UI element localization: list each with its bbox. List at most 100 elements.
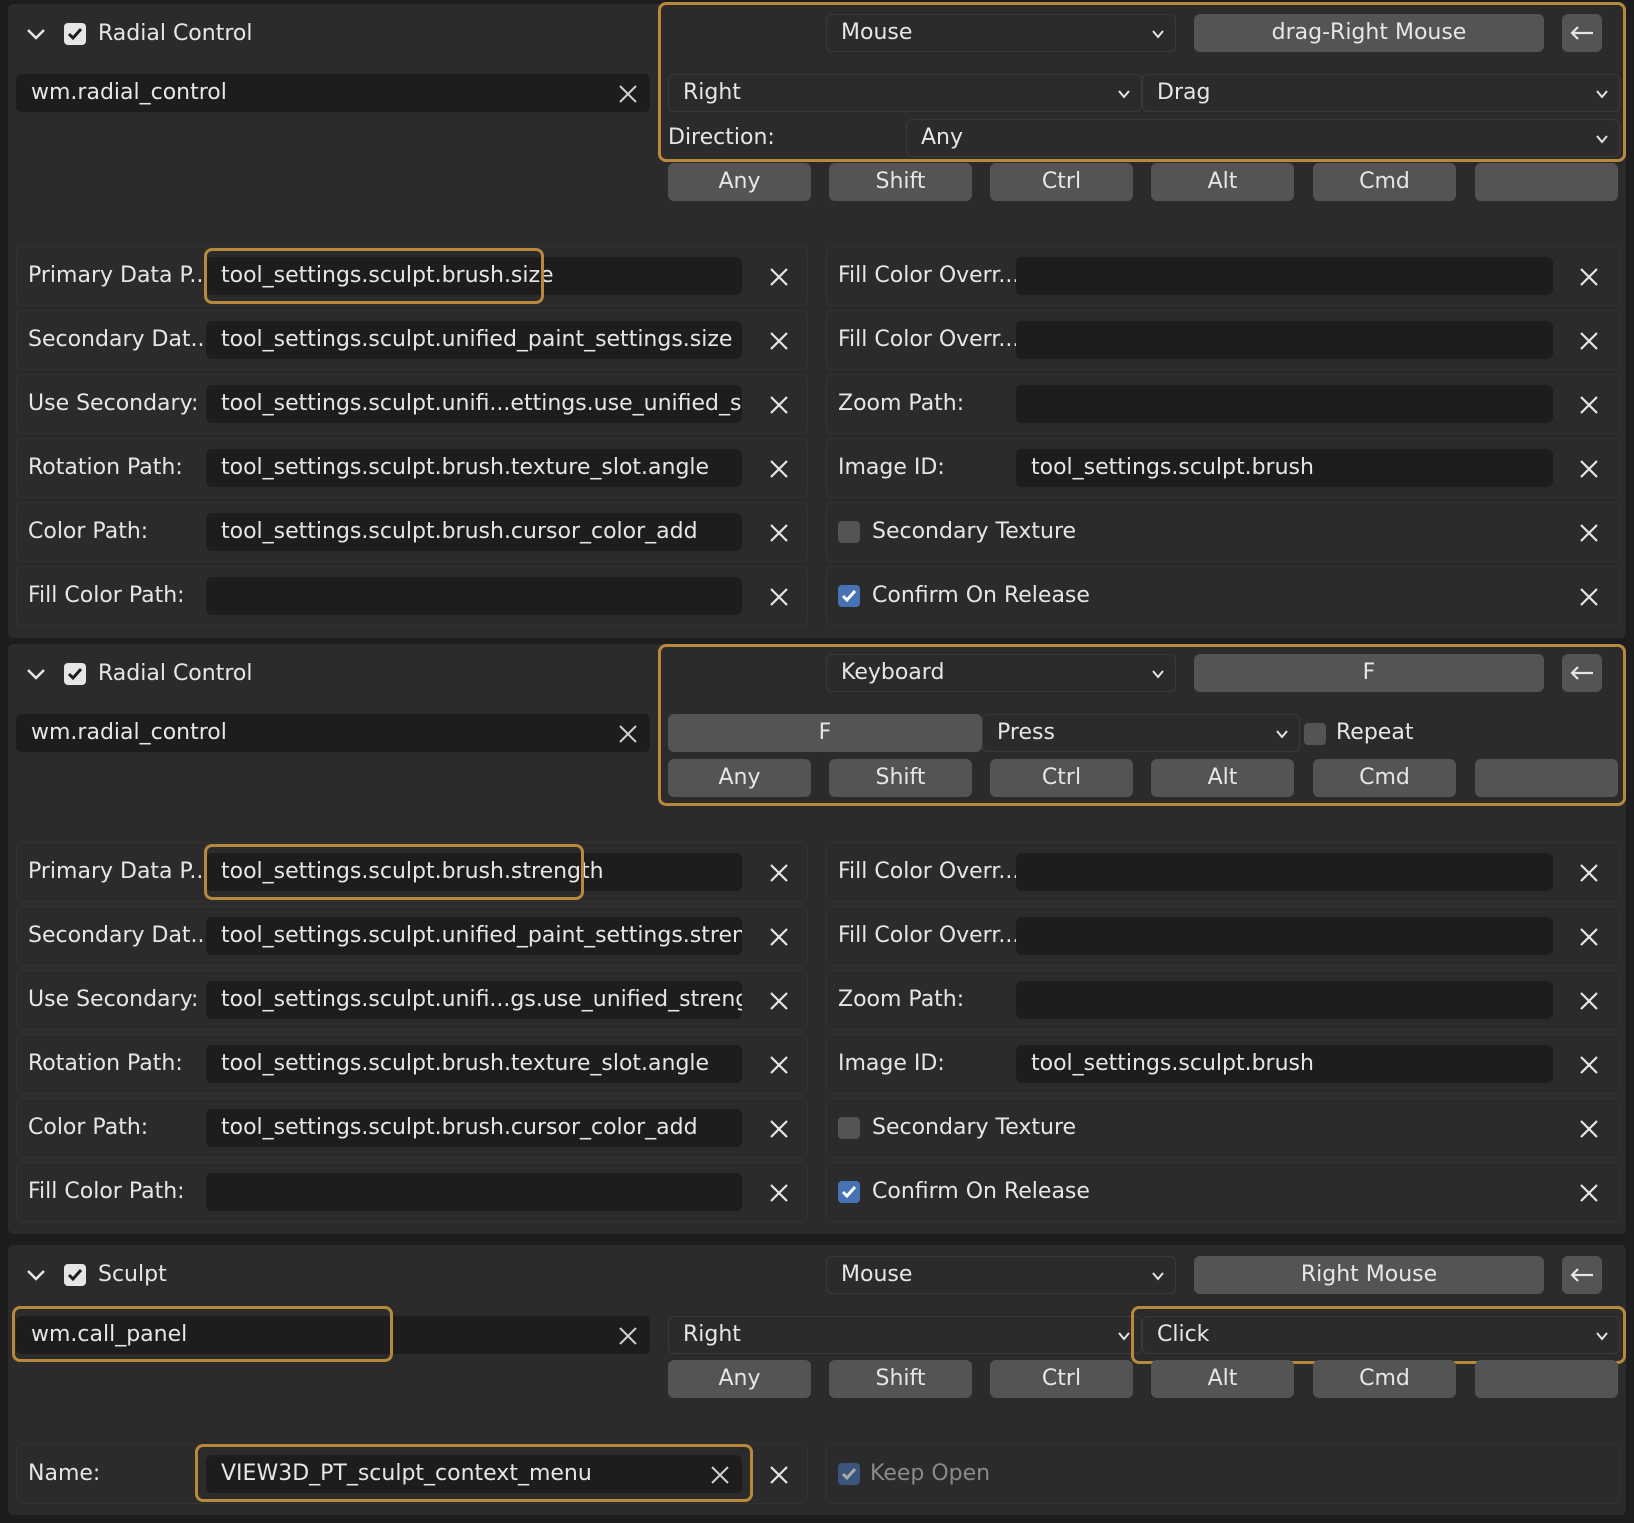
close-x-icon[interactable] (768, 926, 790, 948)
repeat-checkbox[interactable] (1304, 723, 1326, 745)
close-x-icon[interactable] (768, 394, 790, 416)
modifier-key[interactable] (1475, 759, 1618, 797)
property-path-field[interactable]: tool_settings.sculpt.brush.texture_slot.… (206, 449, 742, 487)
modifier-key[interactable] (1475, 1360, 1618, 1398)
operator-field[interactable]: wm.call_panel (16, 1316, 650, 1354)
close-x-icon[interactable] (1578, 1054, 1600, 1076)
keymap-item-active-checkbox[interactable] (64, 663, 86, 685)
confirm-on-release-checkbox[interactable] (838, 585, 860, 607)
modifier-any[interactable]: Any (668, 759, 811, 797)
close-x-icon[interactable] (1578, 862, 1600, 884)
event-button[interactable]: drag-Right Mouse (1194, 14, 1544, 52)
property-path-field[interactable] (1016, 981, 1553, 1019)
modifier-shift[interactable]: Shift (829, 163, 972, 201)
modifier-any[interactable]: Any (668, 1360, 811, 1398)
chevron-down-icon[interactable] (24, 662, 48, 686)
close-x-icon[interactable] (768, 266, 790, 288)
close-x-icon[interactable] (1578, 266, 1600, 288)
map-type-dropdown[interactable]: Keyboard (826, 654, 1176, 692)
arrow-left-icon (1570, 666, 1593, 680)
modifier-key[interactable] (1475, 163, 1618, 201)
property-path-field[interactable]: tool_settings.sculpt.unified_paint_setti… (206, 321, 742, 359)
close-x-icon[interactable] (1578, 1118, 1600, 1140)
event-value-dropdown[interactable]: Drag (1142, 74, 1620, 112)
property-path-field[interactable]: tool_settings.sculpt.brush.size (206, 257, 742, 295)
event-button[interactable]: F (1194, 654, 1544, 692)
modifier-alt[interactable]: Alt (1151, 163, 1294, 201)
operator-field[interactable]: wm.radial_control (16, 714, 650, 752)
close-x-icon[interactable] (768, 330, 790, 352)
property-path-field[interactable] (206, 1173, 742, 1211)
modifier-alt[interactable]: Alt (1151, 759, 1294, 797)
modifier-cmd[interactable]: Cmd (1313, 759, 1456, 797)
modifier-ctrl[interactable]: Ctrl (990, 163, 1133, 201)
property-path-field[interactable] (1016, 257, 1553, 295)
modifier-any[interactable]: Any (668, 163, 811, 201)
property-path-field[interactable]: tool_settings.sculpt.brush.cursor_color_… (206, 513, 742, 551)
property-path-field[interactable]: tool_settings.sculpt.unified_paint_setti… (206, 917, 742, 955)
close-x-icon[interactable] (617, 1325, 639, 1347)
operator-field[interactable]: wm.radial_control (16, 74, 650, 112)
event-value-dropdown[interactable]: Press (982, 714, 1300, 752)
keymap-item-active-checkbox[interactable] (64, 23, 86, 45)
close-x-icon[interactable] (768, 1464, 790, 1486)
map-type-dropdown[interactable]: Mouse (826, 1256, 1176, 1294)
modifier-cmd[interactable]: Cmd (1313, 163, 1456, 201)
close-x-icon[interactable] (1578, 330, 1600, 352)
key-button[interactable]: F (668, 714, 982, 752)
confirm-on-release-checkbox[interactable] (838, 1181, 860, 1203)
modifier-cmd[interactable]: Cmd (1313, 1360, 1456, 1398)
close-x-icon[interactable] (1578, 586, 1600, 608)
close-x-icon[interactable] (617, 83, 639, 105)
property-path-field[interactable] (1016, 321, 1553, 359)
name-field[interactable]: VIEW3D_PT_sculpt_context_menu (206, 1455, 742, 1493)
keep-open-checkbox[interactable] (838, 1463, 860, 1485)
close-x-icon[interactable] (768, 458, 790, 480)
secondary-texture-checkbox[interactable] (838, 521, 860, 543)
close-x-icon[interactable] (1578, 458, 1600, 480)
event-button[interactable]: Right Mouse (1194, 1256, 1544, 1294)
modifier-shift[interactable]: Shift (829, 759, 972, 797)
property-path-field[interactable] (1016, 917, 1553, 955)
restore-button[interactable] (1562, 654, 1602, 692)
keymap-item-active-checkbox[interactable] (64, 1264, 86, 1286)
modifier-shift[interactable]: Shift (829, 1360, 972, 1398)
close-x-icon[interactable] (768, 1118, 790, 1140)
close-x-icon[interactable] (1578, 522, 1600, 544)
close-x-icon[interactable] (1578, 990, 1600, 1012)
event-type-dropdown[interactable]: Right (668, 74, 1142, 112)
chevron-down-icon[interactable] (24, 22, 48, 46)
modifier-alt[interactable]: Alt (1151, 1360, 1294, 1398)
direction-dropdown[interactable]: Any (906, 119, 1620, 157)
close-x-icon[interactable] (617, 723, 639, 745)
close-x-icon[interactable] (1578, 926, 1600, 948)
property-path-field[interactable] (1016, 853, 1553, 891)
close-x-icon[interactable] (768, 1182, 790, 1204)
secondary-texture-checkbox[interactable] (838, 1117, 860, 1139)
event-value-dropdown[interactable]: Click (1142, 1316, 1620, 1354)
event-type-dropdown[interactable]: Right (668, 1316, 1142, 1354)
property-path-field[interactable]: tool_settings.sculpt.brush.texture_slot.… (206, 1045, 742, 1083)
property-path-field[interactable]: tool_settings.sculpt.brush (1016, 1045, 1553, 1083)
map-type-dropdown[interactable]: Mouse (826, 14, 1176, 52)
restore-button[interactable] (1562, 14, 1602, 52)
close-x-icon[interactable] (768, 862, 790, 884)
close-x-icon[interactable] (709, 1464, 731, 1486)
property-path-field[interactable]: tool_settings.sculpt.brush.cursor_color_… (206, 1109, 742, 1147)
chevron-down-icon[interactable] (24, 1263, 48, 1287)
property-path-field[interactable] (1016, 385, 1553, 423)
restore-button[interactable] (1562, 1256, 1602, 1294)
modifier-ctrl[interactable]: Ctrl (990, 1360, 1133, 1398)
property-path-field[interactable] (206, 577, 742, 615)
property-path-field[interactable]: tool_settings.sculpt.brush (1016, 449, 1553, 487)
property-path-field[interactable]: tool_settings.sculpt.unifi...ettings.use… (206, 385, 742, 423)
close-x-icon[interactable] (768, 1054, 790, 1076)
close-x-icon[interactable] (1578, 1182, 1600, 1204)
close-x-icon[interactable] (768, 586, 790, 608)
close-x-icon[interactable] (768, 522, 790, 544)
property-path-field[interactable]: tool_settings.sculpt.unifi...gs.use_unif… (206, 981, 742, 1019)
close-x-icon[interactable] (768, 990, 790, 1012)
close-x-icon[interactable] (1578, 394, 1600, 416)
modifier-ctrl[interactable]: Ctrl (990, 759, 1133, 797)
property-path-field[interactable]: tool_settings.sculpt.brush.strength (206, 853, 742, 891)
